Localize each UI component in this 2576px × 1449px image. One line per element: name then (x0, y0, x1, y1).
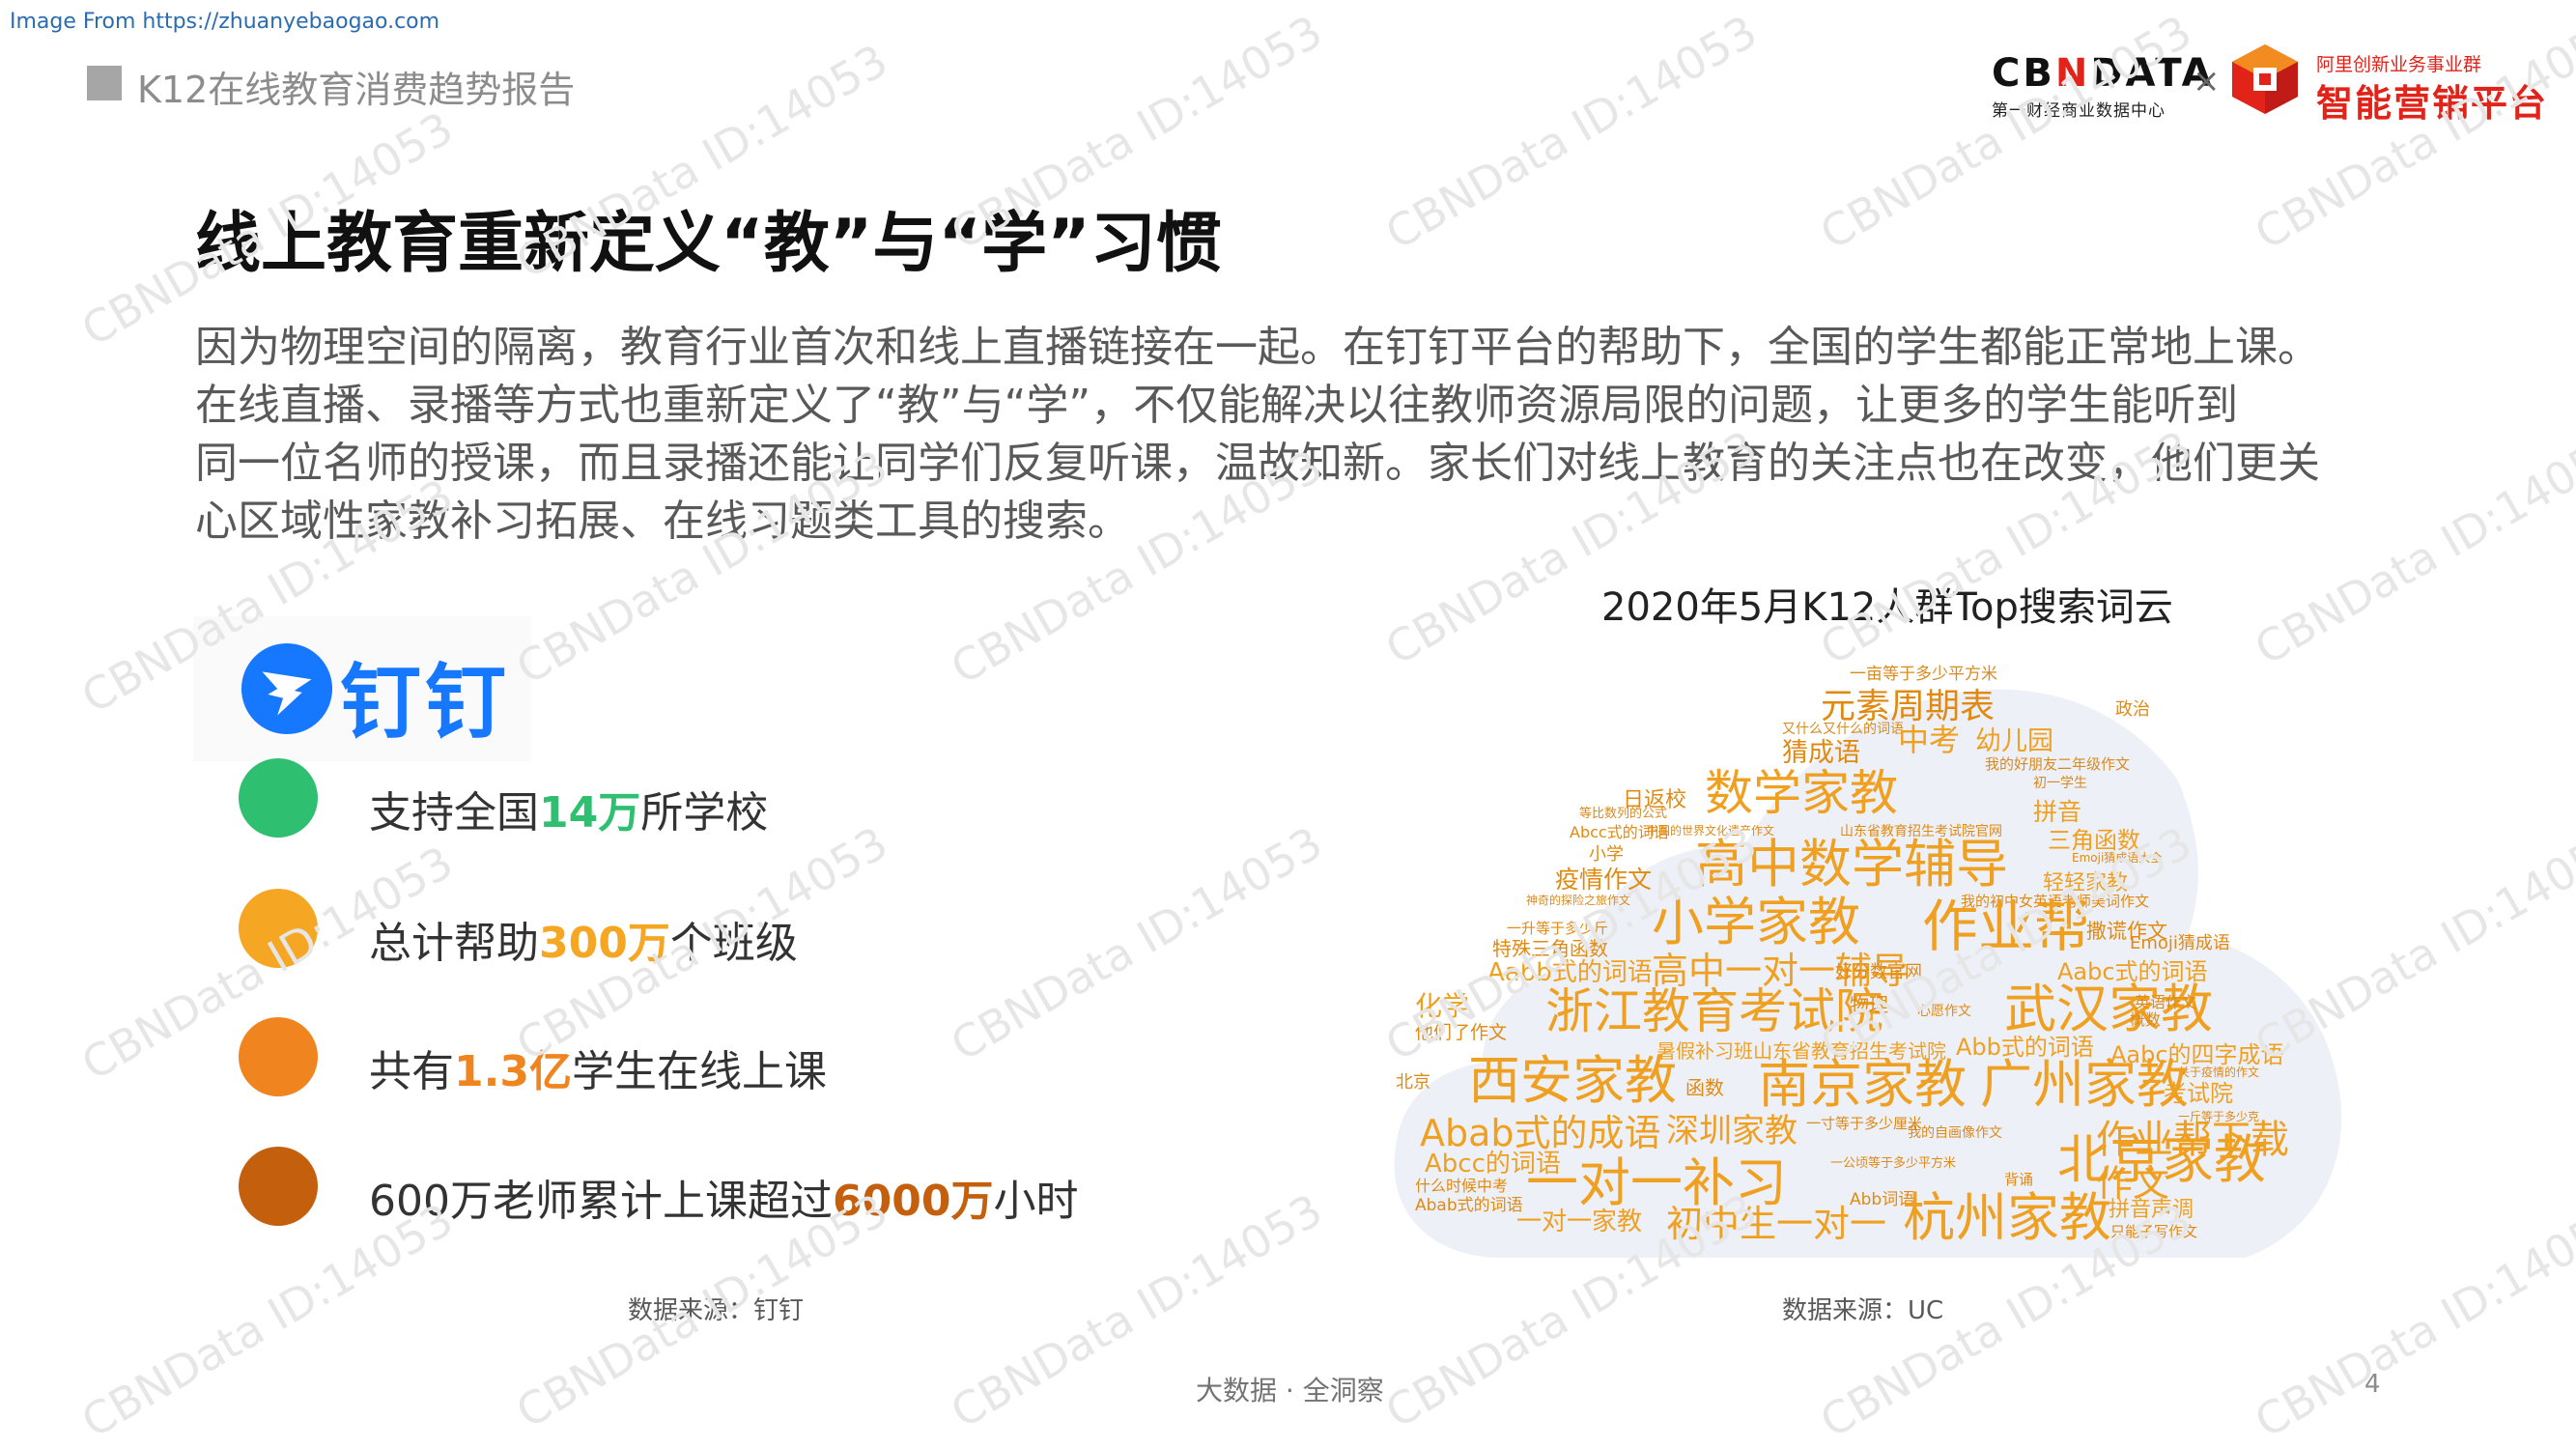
stat-dot (239, 1017, 318, 1096)
intro-line: 心区域性家教补习拓展、在线习题类工具的搜索。 (195, 497, 1130, 546)
alibaba-logo-name: 智能营销平台 (2316, 82, 2549, 125)
cloud-word: Emoji猜成语 (2130, 933, 2230, 953)
dingtalk-name: 钉钉 (340, 655, 511, 750)
cloud-word: 什么时候中考 (1415, 1177, 1509, 1195)
stat-classes: 总计帮助300万个班级 (369, 919, 798, 968)
cloud-word: 物理 (1850, 993, 1888, 1016)
cloud-word: 深圳家教 (1666, 1112, 1798, 1151)
word-cloud: 一亩等于多少平方米元素周期表 政治又什么又什么的词语 猜成语 中考 幼儿园 我的好朋友二年… (1376, 645, 2362, 1264)
dingtalk-logo-icon (241, 642, 333, 735)
word-cloud-title: 2020年5月K12人群Top搜索词云 (1601, 585, 2173, 630)
cloud-word: 中考 (1898, 722, 1961, 758)
times-sign: × (2193, 62, 2221, 100)
stat-students: 共有1.3亿学生在线上课 (369, 1047, 827, 1096)
cloud-word: 小学家教 (1652, 892, 1860, 952)
cloud-word: 一对一补习 (1526, 1152, 1787, 1213)
cloud-word: 南京家教 (1758, 1054, 1967, 1115)
cloud-word: 西安家教 (1468, 1050, 1677, 1111)
cloud-word: 初一学生 (2033, 776, 2087, 791)
cloud-word: Emoji猜成语大全 (2072, 851, 2163, 865)
footer-slogan: 大数据 · 全洞察 (1196, 1375, 1384, 1406)
source-note-uc: 数据来源：UC (1782, 1296, 1944, 1325)
cloud-word: 猜成语 (1782, 738, 1860, 768)
stat-schools: 支持全国14万所学校 (369, 788, 769, 838)
cloud-word: 拼音声调 (2109, 1198, 2194, 1222)
cloud-word: 一寸等于多少厘米 (1806, 1115, 1923, 1132)
cloud-word: 幼儿园 (1975, 726, 2053, 756)
cloud-word: 关于疫情的作文 (2178, 1065, 2260, 1079)
cloud-word: 一对一家教 (1516, 1208, 1643, 1236)
cloud-word: 作业帮 (1922, 894, 2091, 959)
cloud-word: 又什么又什么的词语 (1782, 722, 1904, 737)
cloud-word: 背诵 (2004, 1171, 2034, 1188)
page-heading: 线上教育重新定义“教”与“学”习惯 (195, 206, 1222, 282)
cloud-word: 数学家教 (1705, 765, 1898, 821)
cloud-word: 我的好朋友二年级作文 (1985, 755, 2131, 773)
cbndata-logo: CBNDATA 第一财经商业数据中心 (1992, 51, 2215, 121)
stat-teachers: 600万老师累计上课超过6000万小时 (369, 1177, 1079, 1226)
cloud-word: 一升等于多少斤 (1507, 920, 1609, 937)
report-title: K12在线教育消费趋势报告 (137, 69, 576, 111)
cloud-word: 小学 (1589, 844, 1624, 865)
cloud-word: 轻轻家教 (2043, 871, 2129, 895)
cloud-word: Aabb式的词语 (1487, 958, 1653, 987)
intro-paragraph: 因为物理空间的隔离，教育行业首次和线上直播链接在一起。在钉钉平台的帮助下，全国的… (195, 319, 2378, 551)
cloud-word: 心愿作文 (1917, 1004, 1971, 1019)
cloud-word: 他们了作文 (1415, 1022, 1508, 1043)
intro-line: 因为物理空间的隔离，教育行业首次和线上直播链接在一起。在钉钉平台的帮助下，全国的… (195, 323, 2320, 372)
stat-dot (239, 1147, 318, 1226)
cbndata-logo-subtitle: 第一财经商业数据中心 (1992, 101, 2166, 121)
cloud-word: 我的自画像作文 (1908, 1125, 2002, 1141)
cloud-word: 一公顷等于多少平方米 (1830, 1156, 1957, 1171)
cloud-word: 广州家教 (1980, 1054, 2189, 1115)
source-link[interactable]: Image From https://zhuanyebaogao.com (10, 10, 439, 34)
cloud-word: 神奇的探险之旅作文 (1526, 894, 1631, 907)
alibaba-logo-subtitle: 阿里创新业务事业群 (2316, 54, 2482, 75)
cloud-word: 浙江教育考试院 (1545, 983, 1883, 1039)
cloud-word: 拼音 (2033, 798, 2082, 826)
watermark-text: CBNData ID:14053 (1376, 5, 1766, 260)
cloud-word: 英语作文 (2135, 993, 2197, 1011)
cloud-word: 考试院 (2164, 1080, 2233, 1107)
cloud-word: 三角函数 (2048, 827, 2140, 854)
watermark-text: CBNData ID:14053 (942, 816, 1331, 1071)
report-title-marker (87, 66, 122, 100)
cloud-word: 函数 (1685, 1076, 1724, 1099)
cloud-word: 杭州家教 (1903, 1187, 2111, 1248)
cloud-word: 好分数官网 (1835, 962, 1922, 982)
cloud-word: 只能子写作文 (2110, 1223, 2198, 1240)
cloud-word: 概数 (2130, 1010, 2162, 1029)
page-number: 4 (2364, 1370, 2381, 1399)
intro-line: 在线直播、录播等方式也重新定义了“教”与“学”，不仅能解决以往教师资源局限的问题… (195, 381, 2239, 430)
stat-dot (239, 758, 318, 838)
cloud-word: 政治 (2115, 699, 2150, 720)
cloud-word: 高中数学辅导 (1695, 834, 2008, 895)
watermark-text: CBNData ID:14053 (1811, 5, 2200, 260)
source-note-dingtalk: 数据来源：钉钉 (628, 1296, 805, 1325)
cloud-word: 元素周期表 (1821, 687, 1996, 726)
cloud-word: 北京 (1396, 1072, 1430, 1093)
cloud-word: Abab式的词语 (1415, 1196, 1523, 1215)
cloud-word: Abab式的成语 (1420, 1112, 1661, 1154)
watermark-text: CBNData ID:14053 (72, 1193, 462, 1448)
stat-dot (239, 889, 318, 968)
cloud-word: 初中生一对一 (1666, 1203, 1887, 1245)
alibaba-cube-logo-icon (2232, 44, 2298, 114)
cloud-word: 化学 (1415, 990, 1470, 1022)
cloud-word: 特殊三角函数 (1492, 937, 1608, 960)
cloud-word: 一亩等于多少平方米 (1850, 665, 1997, 684)
cloud-word: 等比数列的公式 (1579, 807, 1668, 821)
intro-line: 同一位名师的授课，而且录播还能让同学们反复听课，温故知新。家长们对线上教育的关注… (195, 439, 2320, 488)
cloud-word: 疫情作文 (1555, 866, 1653, 894)
